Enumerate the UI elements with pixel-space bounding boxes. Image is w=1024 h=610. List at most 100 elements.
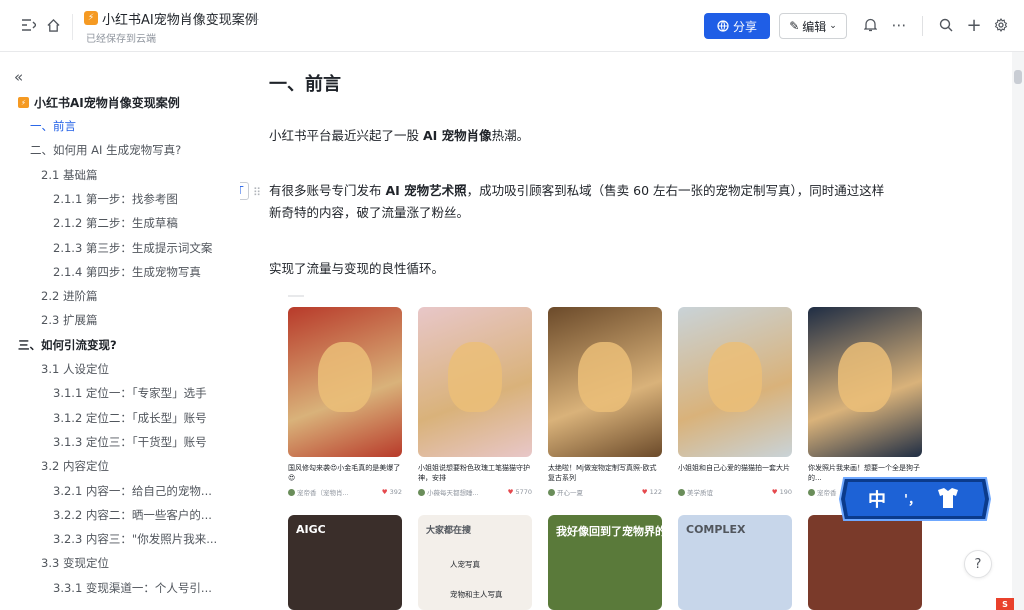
pet-portrait-shape (448, 342, 502, 412)
post-author: 美学质谊 (678, 487, 713, 497)
toc-item[interactable]: 3.1.2 定位二：「成长型」账号 (53, 410, 207, 426)
text-type-icon[interactable]: T (240, 182, 249, 200)
paragraph-3: 实现了流量与变现的良性循环。 (269, 261, 445, 276)
like-count: ♥ 5770 (508, 488, 532, 496)
search-suggestion: 人宠写真 (450, 560, 480, 569)
toc-item[interactable]: 3.2.1 内容一：给自己的宠物... (53, 483, 212, 499)
toc-sidebar: « ⚡ 小红书AI宠物肖像变现案例 一、前言二、如何用 AI 生成宠物写真? 2.… (0, 52, 240, 610)
share-button[interactable]: 分享 (704, 13, 770, 39)
toc-item[interactable]: 2.3 扩展篇 (41, 312, 97, 328)
toc-item[interactable]: 2.1 基础篇 (41, 167, 97, 183)
post-image (808, 515, 922, 610)
post-image (288, 307, 402, 457)
toc-item[interactable]: 3.2.3 内容三："你发照片我来... (53, 531, 217, 547)
pin-icon[interactable]: ⊥ (250, 10, 260, 23)
post-card[interactable]: 大家都在搜人宠写真宠物和主人写真 (418, 515, 532, 610)
toc-item[interactable]: 2.1.1 第一步：找参考图 (53, 191, 178, 207)
post-author: 开心一夏 (548, 487, 583, 497)
toc-item[interactable]: 3.2.2 内容二：晒一些客户的... (53, 507, 212, 523)
doc-emoji-icon: ⚡ (84, 11, 98, 25)
settings-icon[interactable] (990, 14, 1012, 36)
scrollbar-thumb[interactable] (1014, 70, 1022, 84)
post-card[interactable]: 小姐姐说想要粉色玫瑰工笔猫猫守护神，安排 小薇每天都想睡... ♥ 5770 (418, 307, 532, 497)
image-block-handle[interactable] (288, 295, 304, 297)
author-name: 美学质谊 (687, 489, 713, 497)
post-card[interactable]: AIGC (288, 515, 402, 610)
toc-item[interactable]: 3.1.1 定位一：「专家型」选手 (53, 385, 207, 401)
section-heading: 一、前言 (269, 74, 341, 95)
post-card[interactable]: 我好像回到了宠物界的风口... (548, 515, 662, 610)
post-card[interactable]: 你发照片我来画！想要一个全是狗子的... 宠帝香 (808, 307, 922, 497)
doc-title[interactable]: 小红书AI宠物肖像变现案例 (102, 9, 258, 28)
globe-icon (717, 20, 729, 32)
post-card[interactable]: 小姐姐和自己心爱的猫猫拍一套大片 美学质谊 ♥ 190 (678, 307, 792, 497)
post-author: 小薇每天都想睡... (418, 487, 479, 497)
toc-item[interactable]: 3.3 变现定位 (41, 555, 109, 571)
post-card[interactable] (808, 515, 922, 610)
more-icon[interactable]: ⋯ (888, 14, 910, 36)
toc-item[interactable]: 3.1.3 定位三：「干货型」账号 (53, 434, 207, 450)
toc-item[interactable]: 2.2 进阶篇 (41, 288, 97, 304)
author-name: 宠帝香（宠物肖... (297, 489, 349, 497)
post-caption: 国风修勾来袭😍小金毛真的是美爆了😍 (288, 464, 401, 482)
ime-toolbar[interactable]: 中 '， (838, 474, 992, 524)
toc-item[interactable]: 2.1.4 第四步：生成宠物写真 (53, 264, 201, 280)
image-overlay-text: 大家都在搜 (426, 526, 472, 536)
bell-icon[interactable] (859, 14, 881, 36)
scrollbar[interactable] (1012, 52, 1024, 610)
avatar (548, 488, 555, 496)
like-number: 190 (779, 488, 792, 496)
drag-handle-icon[interactable]: ⠿ (253, 182, 261, 204)
post-image (548, 307, 662, 457)
toc-item[interactable]: 2.1.3 第三步：生成提示词文案 (53, 240, 212, 256)
toc-item[interactable]: 二、如何用 AI 生成宠物写真? (30, 142, 181, 158)
home-icon[interactable] (42, 14, 64, 36)
corner-badge-icon: S (996, 598, 1014, 610)
toc-item[interactable]: 3.1 人设定位 (41, 361, 109, 377)
toc-root[interactable]: ⚡ 小红书AI宠物肖像变现案例 (18, 94, 180, 111)
toc-item[interactable]: 三、如何引流变现? (18, 337, 117, 353)
post-meta: 开心一夏 ♥ 122 (548, 487, 662, 497)
collapse-sidebar-icon[interactable]: « (14, 68, 23, 86)
avatar (288, 488, 295, 496)
post-meta: 美学质谊 ♥ 190 (678, 487, 792, 497)
add-icon[interactable]: + (963, 14, 985, 36)
paragraph-1: 小红书平台最近兴起了一股 AI 宠物肖像热潮。 (269, 125, 529, 147)
toc-item[interactable]: 2.1.2 第二步：生成草稿 (53, 215, 178, 231)
toc-item[interactable]: 3.2 内容定位 (41, 458, 109, 474)
avatar (678, 488, 685, 496)
avatar (808, 488, 815, 496)
like-number: 5770 (515, 488, 532, 496)
avatar (418, 488, 425, 496)
help-button[interactable]: ? (964, 550, 992, 578)
pet-portrait-shape (838, 342, 892, 412)
edit-button[interactable]: ✎ 编辑 ⌄ (779, 13, 847, 39)
top-bar: ⚡ 小红书AI宠物肖像变现案例 ⊥ 已经保存到云端 分享 ✎ 编辑 ⌄ ⋯ + (0, 0, 1024, 52)
post-meta: 小薇每天都想睡... ♥ 5770 (418, 487, 532, 497)
toc-item[interactable]: 一、前言 (30, 118, 76, 134)
post-card[interactable]: COMPLEX (678, 515, 792, 610)
divider (72, 14, 73, 40)
post-card[interactable]: 太绝啦！Mj做宠物定制写真照-欧式复古系列 开心一夏 ♥ 122 (548, 307, 662, 497)
post-caption: 太绝啦！Mj做宠物定制写真照-欧式复古系列 (548, 464, 657, 482)
post-image (678, 307, 792, 457)
search-suggestion: 宠物和主人写真 (450, 590, 503, 599)
post-card[interactable]: 国风修勾来袭😍小金毛真的是美爆了😍 宠帝香（宠物肖... ♥ 392 (288, 307, 402, 497)
image-overlay-text: COMPLEX (686, 523, 746, 536)
post-meta: 宠帝香（宠物肖... ♥ 392 (288, 487, 402, 497)
ime-punct-icon: '， (904, 493, 921, 508)
outline-toggle-icon[interactable] (18, 14, 40, 36)
author-name: 宠帝香 (817, 489, 837, 497)
p1-text-end: 热潮。 (491, 128, 530, 143)
p1-text: 小红书平台最近兴起了一股 (269, 128, 423, 143)
p2-text-mid: ，成功吸引顾客到私域（售卖 60 左右一张的宠物定制写真），同时通过这样 (466, 183, 885, 198)
post-caption: 小姐姐和自己心爱的猫猫拍一套大片 (678, 464, 790, 472)
toc-item[interactable]: 3.3.1 变现渠道一：个人号引... (53, 580, 212, 596)
image-overlay-text: AIGC (296, 523, 326, 536)
search-icon[interactable] (935, 14, 957, 36)
post-author: 宠帝香（宠物肖... (288, 487, 349, 497)
toc-root-label: 小红书AI宠物肖像变现案例 (34, 96, 180, 110)
post-image: 我好像回到了宠物界的风口... (548, 515, 662, 610)
like-count: ♥ 392 (382, 488, 402, 496)
heart-icon: ♥ (641, 488, 648, 496)
